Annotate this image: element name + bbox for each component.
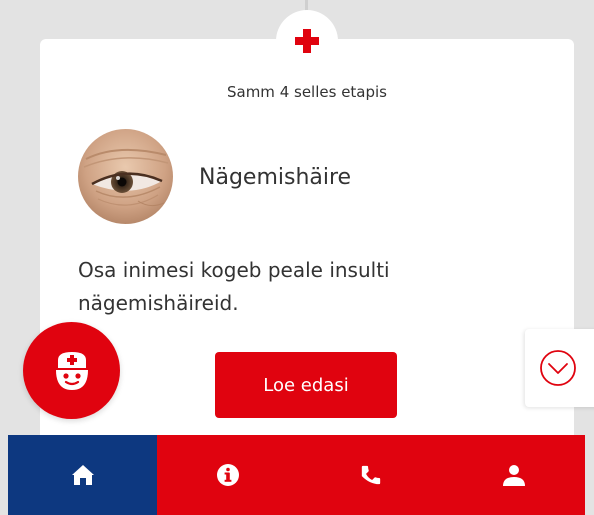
nurse-assistant-button[interactable] [23, 322, 120, 419]
user-icon [502, 465, 525, 486]
nurse-icon [55, 351, 88, 390]
nav-phone[interactable] [300, 435, 443, 515]
nav-info[interactable] [157, 435, 300, 515]
eye-photo-avatar [78, 129, 173, 224]
card-title: Nägemishäire [199, 165, 352, 190]
phone-icon [361, 465, 381, 485]
nav-profile[interactable] [442, 435, 585, 515]
scroll-down-button[interactable] [525, 329, 594, 407]
read-more-button[interactable]: Loe edasi [215, 352, 397, 418]
bottom-navigation [8, 435, 585, 515]
nav-home[interactable] [8, 435, 157, 515]
red-cross-icon [295, 29, 319, 53]
red-cross-badge [276, 10, 338, 72]
card-body-text: Osa inimesi kogeb peale insulti nägemish… [78, 258, 390, 315]
chevron-down-circle-icon [540, 350, 576, 386]
step-indicator-text: Samm 4 selles etapis [226, 83, 387, 101]
info-icon [217, 464, 240, 486]
home-icon [71, 465, 94, 485]
